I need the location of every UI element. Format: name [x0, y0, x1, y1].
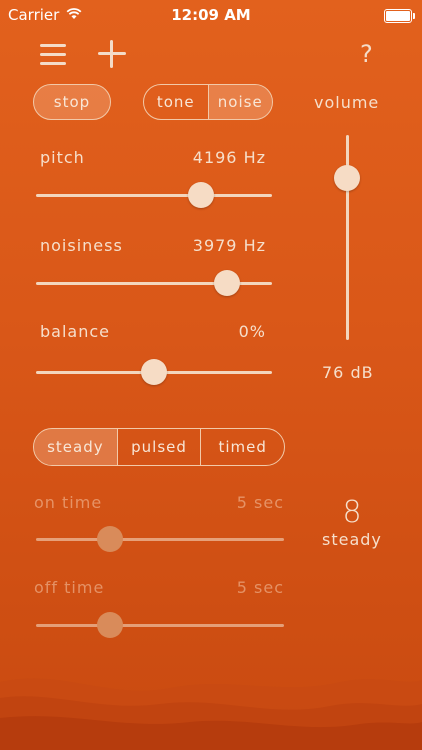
volume-label: volume: [314, 93, 380, 112]
off-time-value: 5 sec: [236, 578, 284, 597]
battery-icon: [384, 9, 415, 23]
steady-segment[interactable]: steady: [34, 429, 117, 465]
off-time-slider-track[interactable]: [36, 624, 284, 627]
wave-decoration: [0, 678, 422, 750]
balance-value: 0%: [238, 322, 266, 341]
balance-slider-thumb[interactable]: [141, 359, 167, 385]
off-time-label: off time: [34, 578, 105, 597]
menu-icon[interactable]: [40, 44, 66, 66]
help-icon[interactable]: ?: [360, 40, 373, 68]
add-icon[interactable]: [98, 40, 126, 68]
timed-segment[interactable]: timed: [200, 429, 284, 465]
mode-indicator-number: 8: [342, 495, 362, 530]
on-time-slider-track[interactable]: [36, 538, 284, 541]
noise-segment[interactable]: noise: [207, 85, 272, 119]
pulsed-segment[interactable]: pulsed: [116, 429, 201, 465]
mode-segmented-control: steady pulsed timed: [33, 428, 285, 466]
noisiness-slider-thumb[interactable]: [214, 270, 241, 296]
noisiness-label: noisiness: [40, 236, 123, 255]
volume-value: 76 dB: [322, 363, 374, 382]
on-time-slider-thumb[interactable]: [97, 526, 124, 552]
volume-slider-thumb[interactable]: [334, 165, 360, 191]
noisiness-value: 3979 Hz: [192, 236, 266, 255]
on-time-value: 5 sec: [236, 493, 284, 512]
mode-indicator-label: steady: [322, 530, 382, 549]
status-time: 12:09 AM: [171, 6, 251, 24]
balance-label: balance: [40, 322, 110, 341]
tone-segment[interactable]: tone: [144, 85, 208, 119]
sound-type-segmented-control: tone noise: [143, 84, 273, 120]
pitch-label: pitch: [40, 148, 85, 167]
off-time-slider-thumb[interactable]: [97, 612, 124, 638]
pitch-slider-track[interactable]: [36, 194, 272, 197]
pitch-value: 4196 Hz: [192, 148, 266, 167]
stop-button[interactable]: stop: [33, 84, 111, 120]
on-time-label: on time: [34, 493, 103, 512]
pitch-slider-thumb[interactable]: [188, 182, 215, 208]
status-bar: Carrier 12:09 AM: [0, 0, 422, 30]
